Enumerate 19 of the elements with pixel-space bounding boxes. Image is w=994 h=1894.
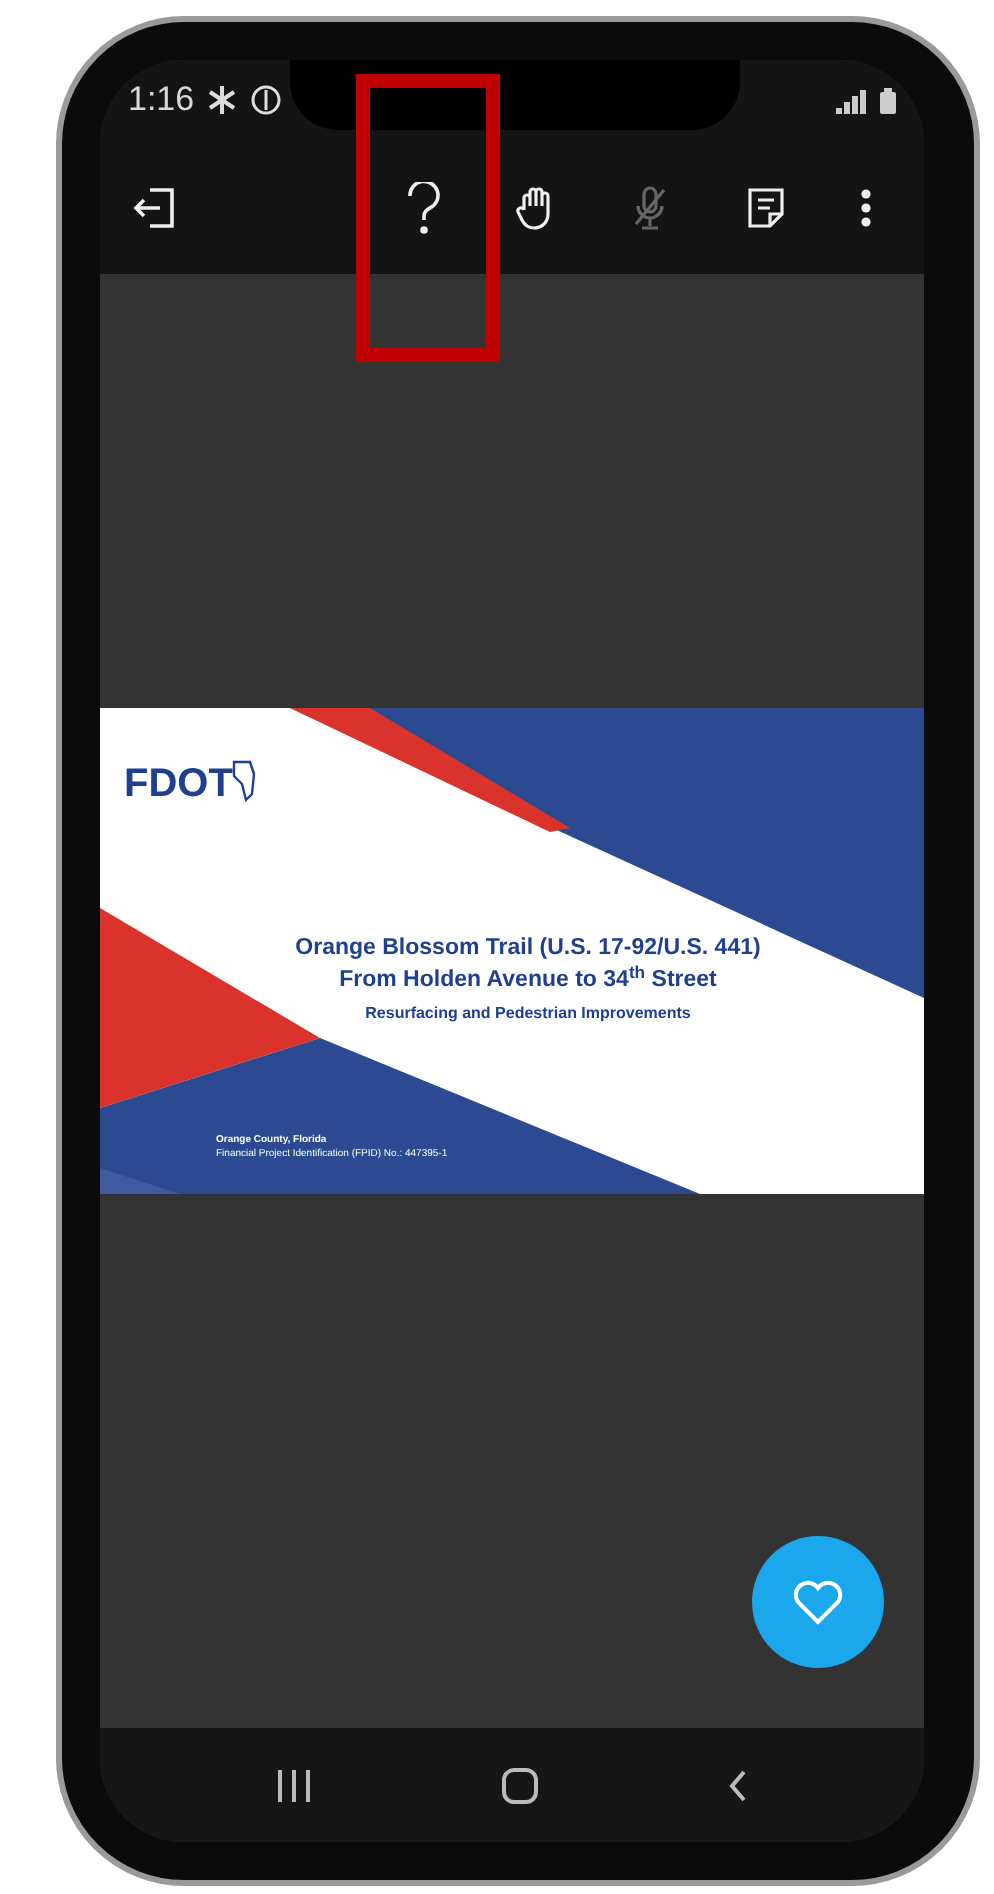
back-icon[interactable] bbox=[728, 1769, 749, 1801]
signal-icon bbox=[836, 89, 868, 113]
status-time: 1:16 bbox=[128, 78, 195, 123]
battery-icon bbox=[880, 87, 896, 113]
slide-subtitle: Resurfacing and Pedestrian Improvements bbox=[365, 1002, 691, 1026]
exit-icon[interactable] bbox=[132, 185, 176, 229]
fdot-logo: FDOT bbox=[124, 756, 257, 804]
home-icon[interactable] bbox=[501, 1767, 538, 1803]
snowflake-icon bbox=[206, 84, 239, 116]
slide-title: From Holden Avenue to 34$^{th}$ Street bbox=[339, 964, 717, 996]
state-outline-icon bbox=[232, 756, 257, 804]
note-icon[interactable] bbox=[746, 185, 786, 229]
heart-icon bbox=[792, 1578, 844, 1626]
help-icon[interactable] bbox=[406, 181, 442, 233]
recent-apps-icon[interactable] bbox=[275, 1769, 312, 1801]
slide-title: Orange Blossom Trail (U.S. 17-92/U.S. 441) bbox=[295, 934, 761, 964]
more-icon[interactable] bbox=[860, 187, 872, 227]
raised-hand-icon[interactable] bbox=[516, 185, 556, 229]
muted-microphone-icon[interactable] bbox=[632, 185, 668, 229]
